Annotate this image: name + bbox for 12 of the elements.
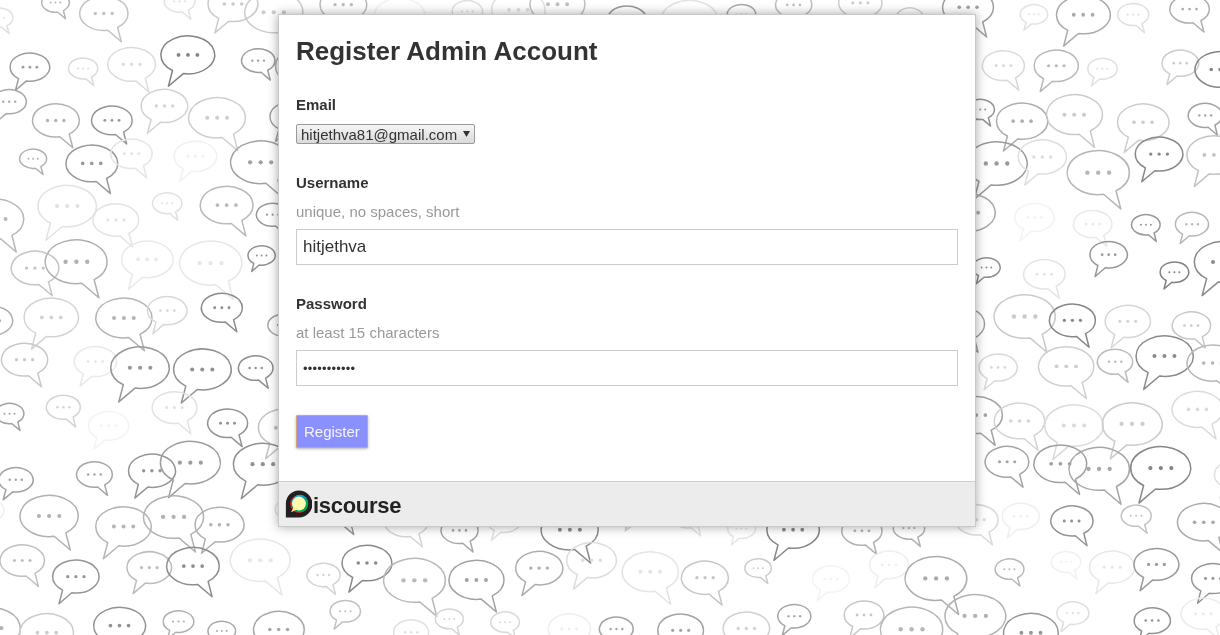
- caret-icon: [463, 131, 471, 137]
- password-field[interactable]: •••••••••••: [296, 350, 958, 386]
- field-label: Username: [296, 174, 370, 192]
- speech-bubble-logo-icon: [285, 488, 312, 520]
- field-label: Email: [296, 96, 338, 114]
- field-hint: unique, no spaces, short: [296, 203, 461, 221]
- logo-text: iscourse: [313, 492, 402, 519]
- username-field[interactable]: hitjethva: [296, 229, 958, 265]
- field-hint: at least 15 characters: [296, 324, 441, 342]
- page-title: Register Admin Account: [296, 36, 599, 66]
- field-label: Password: [296, 295, 368, 313]
- email-select[interactable]: hitjethva81@gmail.com: [296, 124, 476, 144]
